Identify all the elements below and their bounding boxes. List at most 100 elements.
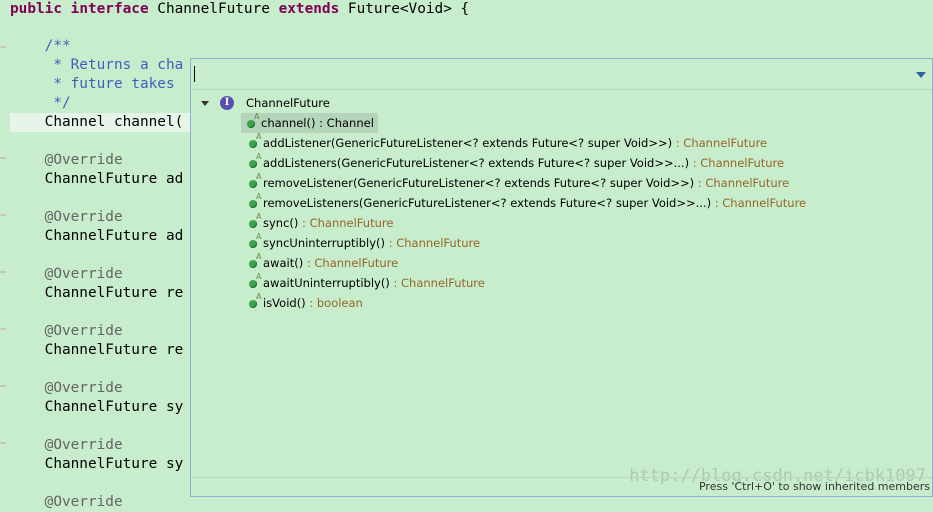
expand-arrow-icon[interactable] <box>201 101 209 106</box>
public-method-icon: A <box>249 192 261 208</box>
public-method-icon: A <box>247 112 259 128</box>
member-return-type: : ChannelFuture <box>303 256 399 270</box>
member-return-type: : ChannelFuture <box>385 236 481 250</box>
code-token: ChannelFuture <box>157 1 279 17</box>
code-line[interactable]: @Override <box>10 208 123 227</box>
quick-outline-popup: I ChannelFuture Achannel() : Channel Aadd… <box>190 58 933 497</box>
code-line[interactable]: ChannelFuture sy <box>10 455 184 474</box>
outline-member-row[interactable]: AremoveListeners(GenericFutureListener<?… <box>243 192 806 213</box>
code-token: ChannelFuture ad <box>10 171 184 187</box>
abstract-marker-icon: A <box>254 111 260 121</box>
outline-filter-input[interactable] <box>193 64 897 84</box>
code-token: extends <box>278 1 348 17</box>
abstract-marker-icon: A <box>256 211 262 221</box>
code-token: ChannelFuture re <box>10 285 184 301</box>
member-name: removeListeners(GenericFutureListener<? … <box>263 196 712 210</box>
interface-icon: I <box>220 96 234 110</box>
code-token: Channel channel( <box>10 114 184 130</box>
outline-member-row[interactable]: Aawait() : ChannelFuture <box>243 252 399 273</box>
abstract-marker-icon: A <box>256 191 262 201</box>
code-token: */ <box>10 95 71 111</box>
abstract-marker-icon: A <box>256 291 262 301</box>
member-return-type: : ChannelFuture <box>694 176 790 190</box>
code-line[interactable]: /** <box>10 37 71 56</box>
code-token: * future takes <box>10 76 175 92</box>
abstract-marker-icon: A <box>256 171 262 181</box>
code-line[interactable]: @Override <box>10 322 123 341</box>
code-line[interactable]: @Override <box>10 436 123 455</box>
public-method-icon: A <box>249 232 261 248</box>
code-line[interactable]: @Override <box>10 151 123 170</box>
code-line[interactable]: public interface ChannelFuture extends F… <box>10 0 469 19</box>
member-name: addListeners(GenericFutureListener<? ext… <box>263 156 690 170</box>
public-method-icon: A <box>249 212 261 228</box>
outline-member-row[interactable]: AaddListener(GenericFutureListener<? ext… <box>243 132 768 153</box>
text-caret <box>194 66 195 82</box>
fold-marker[interactable] <box>0 214 6 216</box>
code-line[interactable]: Channel channel( <box>10 113 190 132</box>
abstract-marker-icon: A <box>256 231 262 241</box>
member-return-type: : ChannelFuture <box>389 276 485 290</box>
outline-member-row[interactable]: AremoveListener(GenericFutureListener<? … <box>243 172 790 193</box>
fold-marker[interactable] <box>0 157 6 159</box>
fold-marker[interactable] <box>0 271 6 273</box>
fold-marker[interactable] <box>0 385 6 387</box>
fold-marker[interactable] <box>0 328 6 330</box>
code-token: @Override <box>10 209 123 225</box>
code-token: @Override <box>10 437 123 453</box>
code-line[interactable]: @Override <box>10 265 123 284</box>
outline-member-row[interactable]: AaddListeners(GenericFutureListener<? ex… <box>243 152 785 173</box>
abstract-marker-icon: A <box>256 271 262 281</box>
code-token: ChannelFuture re <box>10 342 184 358</box>
filter-bar <box>191 59 932 90</box>
public-method-icon: A <box>249 132 261 148</box>
member-name: syncUninterruptibly() <box>263 236 386 250</box>
outline-member-row[interactable]: AisVoid() : boolean <box>243 292 363 313</box>
code-token: @Override <box>10 494 123 510</box>
code-line[interactable]: @Override <box>10 493 123 512</box>
public-method-icon: A <box>249 292 261 308</box>
code-line[interactable]: */ <box>10 94 71 113</box>
code-token: ChannelFuture sy <box>10 456 184 472</box>
member-return-type: : boolean <box>305 296 363 310</box>
public-method-icon: A <box>249 252 261 268</box>
status-bar: Press 'Ctrl+O' to show inherited members <box>191 477 932 496</box>
member-return-type: : ChannelFuture <box>672 136 768 150</box>
code-line[interactable]: @Override <box>10 379 123 398</box>
member-name: awaitUninterruptibly() <box>263 276 390 290</box>
code-token: interface <box>70 1 158 17</box>
member-name: await() <box>263 256 304 270</box>
outline-member-row[interactable]: Achannel() : Channel <box>241 112 378 133</box>
outline-member-row[interactable]: Async() : ChannelFuture <box>243 212 394 233</box>
code-token: @Override <box>10 380 123 396</box>
code-line[interactable]: * Returns a cha <box>10 56 183 75</box>
abstract-marker-icon: A <box>256 131 262 141</box>
code-line[interactable]: ChannelFuture re <box>10 284 184 303</box>
fold-marker[interactable] <box>0 46 6 48</box>
public-method-icon: A <box>249 272 261 288</box>
code-line[interactable]: ChannelFuture ad <box>10 170 184 189</box>
member-return-type: : ChannelFuture <box>689 156 785 170</box>
code-token: * Returns a cha <box>10 57 184 73</box>
view-menu-icon[interactable] <box>916 72 926 78</box>
code-token: public <box>10 1 71 17</box>
code-line[interactable]: * future takes <box>10 75 175 94</box>
public-method-icon: A <box>249 152 261 168</box>
code-token: /** <box>10 38 71 54</box>
code-token: @Override <box>10 152 123 168</box>
code-line[interactable]: ChannelFuture re <box>10 341 184 360</box>
code-token: ChannelFuture sy <box>10 399 184 415</box>
public-method-icon: A <box>249 172 261 188</box>
fold-marker[interactable] <box>0 442 6 444</box>
member-name: channel() <box>261 116 316 130</box>
code-token: @Override <box>10 323 123 339</box>
code-token: ChannelFuture ad <box>10 228 184 244</box>
tree-node-label: ChannelFuture <box>246 96 330 110</box>
member-name: addListener(GenericFutureListener<? exte… <box>263 136 673 150</box>
code-line[interactable]: ChannelFuture ad <box>10 227 184 246</box>
code-line[interactable]: ChannelFuture sy <box>10 398 184 417</box>
member-return-type: : ChannelFuture <box>298 216 394 230</box>
outline-member-row[interactable]: AawaitUninterruptibly() : ChannelFuture <box>243 272 485 293</box>
outline-member-row[interactable]: AsyncUninterruptibly() : ChannelFuture <box>243 232 481 253</box>
member-return-type: : Channel <box>315 116 374 130</box>
